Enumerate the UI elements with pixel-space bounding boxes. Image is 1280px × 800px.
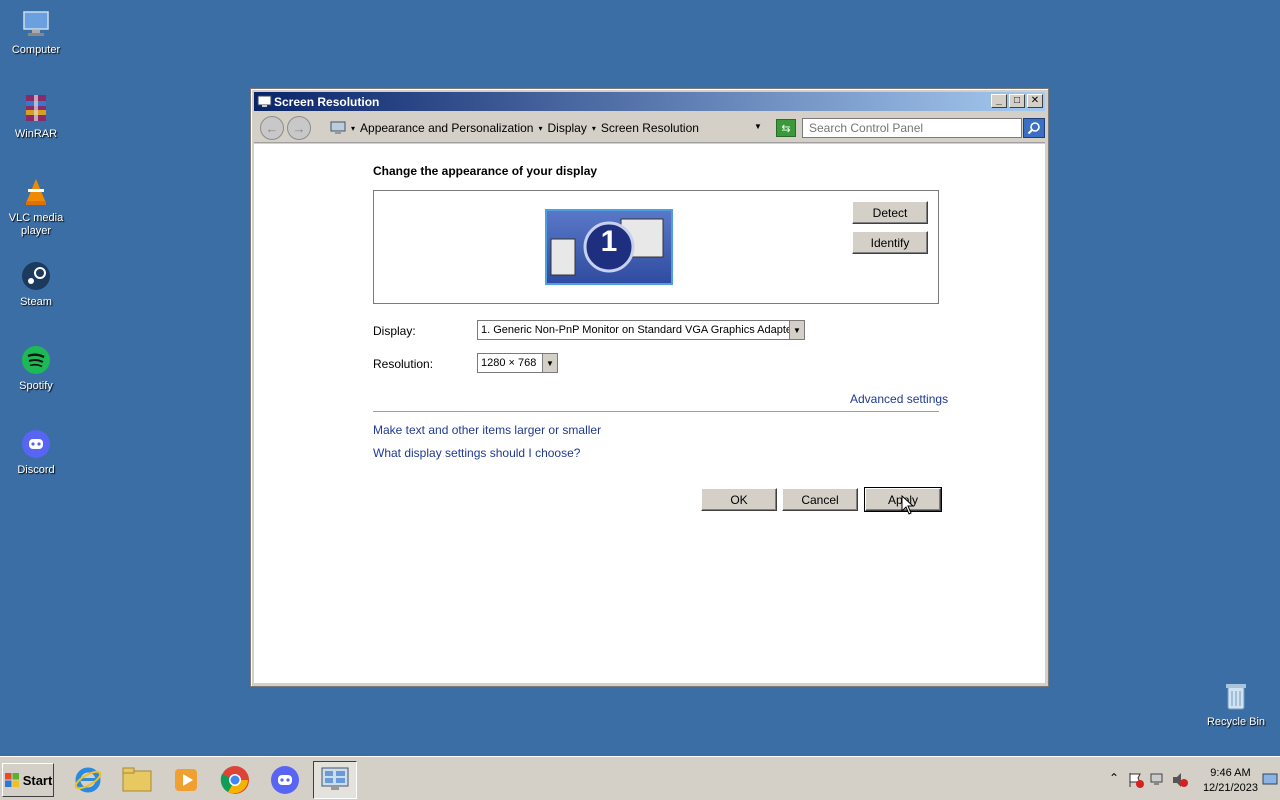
spotify-icon [22,346,50,374]
advanced-settings-link[interactable]: Advanced settings [850,392,948,406]
maximize-button[interactable]: □ [1009,94,1025,108]
chevron-right-icon[interactable]: ▾ [592,124,596,133]
desktop-icon-winrar[interactable]: WinRAR [0,92,72,141]
network-icon[interactable] [1149,771,1167,789]
taskbar-chrome[interactable] [213,761,257,799]
back-button[interactable]: ← [260,116,284,140]
screen-resolution-window: Screen Resolution _ □ ✕ ← → ▾ Appearance… [250,88,1049,687]
monitor-number: 1 [600,225,618,258]
forward-arrow-icon: → [292,120,306,136]
chevron-down-icon[interactable]: ▼ [789,321,804,339]
search-input[interactable] [802,118,1022,138]
desktop-icon-label: Steam [20,296,52,308]
winrar-icon [26,95,46,121]
maximize-icon: □ [1013,95,1021,106]
taskbar-file-explorer[interactable] [115,761,159,799]
resolution-label: Resolution: [373,357,434,371]
display-select[interactable]: 1. Generic Non-PnP Monitor on Standard V… [477,320,805,340]
breadcrumb-display[interactable]: Display [548,121,587,135]
chevron-right-icon[interactable]: ▾ [538,124,542,133]
show-hidden-icons-icon[interactable]: ⌃ [1109,771,1119,785]
desktop-icon-label: Discord [17,464,55,476]
system-tray: ⌃ 9:46 AM 12/21/2023 [1105,761,1280,799]
internet-explorer-icon [74,767,102,793]
volume-muted-icon[interactable] [1171,771,1189,789]
taskbar-discord[interactable] [263,761,307,799]
taskbar-internet-explorer[interactable] [66,761,110,799]
desktop-icon-label: WinRAR [14,128,58,140]
desktop-icon-label: VLC media player [8,212,64,237]
display-help-link[interactable]: What display settings should I choose? [373,446,580,460]
mouse-cursor-icon [901,495,915,515]
detect-button[interactable]: Detect [852,201,928,224]
desktop-icon-computer[interactable]: Computer [0,8,72,57]
display-settings-icon [257,95,272,107]
close-icon: ✕ [1030,95,1040,106]
folder-icon [122,767,152,792]
action-center-flag-icon[interactable] [1127,771,1145,789]
refresh-icon: ⇆ [781,122,791,135]
clock[interactable]: 9:46 AM 12/21/2023 [1203,766,1258,796]
discord-icon [22,430,50,458]
media-player-icon [175,769,197,791]
minimize-button[interactable]: _ [991,94,1007,108]
display-select-value: 1. Generic Non-PnP Monitor on Standard V… [481,324,796,336]
forward-button[interactable]: → [287,116,311,140]
desktop-icon-label: Recycle Bin [1206,716,1266,728]
ok-button[interactable]: OK [701,488,777,511]
taskbar: Start ⌃ 9:46 AM 12/21/2023 [0,756,1280,800]
desktop-icon-label: Computer [11,44,61,56]
monitor-preview: 1 Detect Identify [373,190,939,304]
chevron-right-icon[interactable]: ▾ [351,124,355,133]
start-button[interactable]: Start [2,763,54,797]
resolution-select[interactable]: 1280 × 768 ▼ [477,353,558,373]
desktop-icon-vlc[interactable]: VLC media player [0,176,72,238]
content-area: Change the appearance of your display 1 … [254,144,1045,683]
steam-icon [22,262,50,290]
clock-date: 12/21/2023 [1202,782,1258,794]
discord-icon [271,766,299,794]
close-button[interactable]: ✕ [1027,94,1043,108]
windows-logo-icon [4,773,19,787]
computer-icon [23,11,49,36]
display-label: Display: [373,324,416,338]
section-divider [373,411,939,412]
cancel-button[interactable]: Cancel [782,488,858,511]
chevron-down-icon[interactable]: ▼ [542,354,557,372]
window-title: Screen Resolution [274,94,380,109]
clock-time: 9:46 AM [1210,767,1251,779]
start-label: Start [22,772,53,788]
desktop-icon-label: Spotify [19,380,53,392]
taskbar-media-player[interactable] [164,761,208,799]
recycle-bin-icon [1226,684,1246,710]
page-title: Change the appearance of your display [373,164,598,178]
identify-button[interactable]: Identify [852,231,928,254]
minimize-icon: _ [996,95,1002,106]
title-bar[interactable]: Screen Resolution _ □ ✕ [254,92,1045,111]
show-desktop-icon[interactable] [1262,772,1278,788]
taskbar-control-panel[interactable] [313,761,357,799]
desktop-icon-recycle-bin[interactable]: Recycle Bin [1200,680,1272,729]
vlc-icon [26,179,46,205]
address-dropdown-icon[interactable]: ▼ [754,122,762,131]
chrome-icon [220,766,249,794]
desktop-icon-spotify[interactable]: Spotify [0,344,72,393]
breadcrumb: ▾ Appearance and Personalization ▾ Displ… [326,117,772,139]
desktop-icon-discord[interactable]: Discord [0,428,72,477]
breadcrumb-screen-resolution[interactable]: Screen Resolution [601,121,699,135]
resolution-select-value: 1280 × 768 [481,357,537,369]
search-button[interactable] [1023,118,1045,138]
text-size-link[interactable]: Make text and other items larger or smal… [373,423,601,437]
search-icon [1027,122,1040,135]
back-arrow-icon: ← [265,120,279,136]
breadcrumb-appearance[interactable]: Appearance and Personalization [360,121,533,135]
control-panel-icon [330,121,346,134]
control-panel-icon [321,767,349,790]
refresh-button[interactable]: ⇆ [776,119,796,137]
desktop-icon-steam[interactable]: Steam [0,260,72,309]
monitor-1-tile[interactable]: 1 [545,209,673,285]
address-bar: ← → ▾ Appearance and Personalization ▾ D… [254,113,1045,143]
